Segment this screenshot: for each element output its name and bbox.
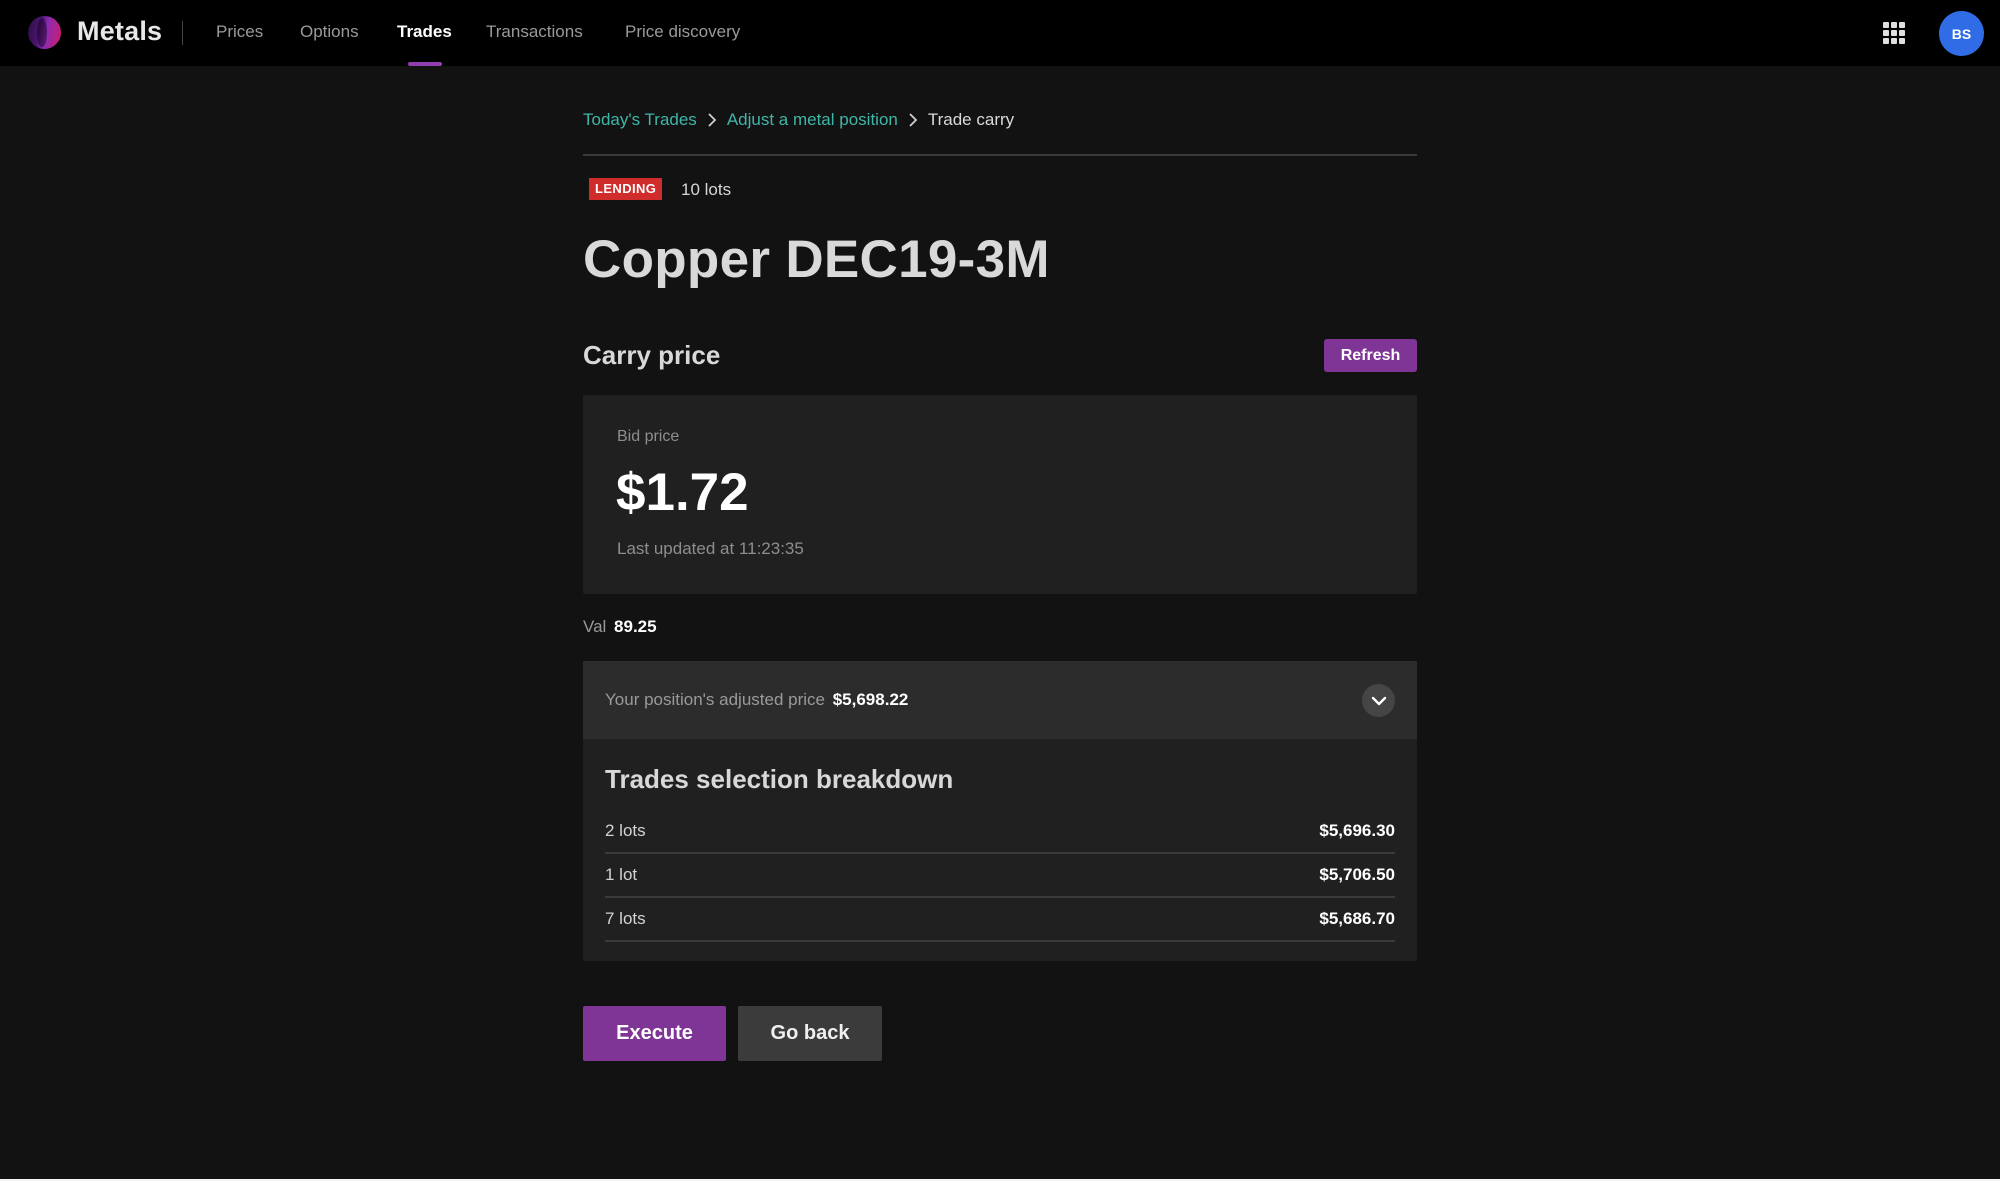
adjusted-price-accordion[interactable]: Your position's adjusted price $5,698.22 bbox=[583, 661, 1417, 739]
bid-price-label: Bid price bbox=[617, 428, 680, 445]
nav-item-transactions[interactable]: Transactions bbox=[486, 22, 583, 42]
status-badge: LENDING bbox=[589, 178, 663, 200]
go-back-button[interactable]: Go back bbox=[738, 1006, 882, 1061]
bid-price-value: $1.72 bbox=[616, 463, 749, 522]
active-tab-indicator bbox=[408, 62, 442, 66]
apps-grid-icon[interactable] bbox=[1883, 22, 1905, 44]
breakdown-row: 7 lots $5,686.70 bbox=[605, 898, 1395, 942]
breakdown-row: 2 lots $5,696.30 bbox=[605, 810, 1395, 854]
trades-breakdown-panel: Trades selection breakdown 2 lots $5,696… bbox=[583, 739, 1417, 961]
nav-item-price-discovery[interactable]: Price discovery bbox=[625, 22, 740, 42]
chevron-down-icon[interactable] bbox=[1362, 684, 1395, 717]
app-title[interactable]: Metals bbox=[77, 16, 162, 47]
breadcrumb-current: Trade carry bbox=[927, 110, 1015, 129]
execute-button[interactable]: Execute bbox=[583, 1006, 726, 1061]
breakdown-title: Trades selection breakdown bbox=[605, 764, 954, 794]
adjusted-price-label: Your position's adjusted price bbox=[605, 690, 825, 709]
top-nav-bar: Metals Prices Options Trades Transaction… bbox=[0, 0, 2000, 66]
breadcrumb: Today's Trades Adjust a metal position T… bbox=[583, 110, 1014, 130]
nav-divider bbox=[182, 21, 183, 45]
lots-count: 10 lots bbox=[681, 180, 732, 199]
breadcrumb-divider bbox=[583, 154, 1417, 156]
val-value: 89.25 bbox=[614, 617, 657, 636]
user-avatar[interactable]: BS bbox=[1939, 11, 1984, 56]
bid-price-card: Bid price $1.72 Last updated at 11:23:35 bbox=[583, 395, 1417, 594]
row-lots: 1 lot bbox=[605, 865, 638, 884]
row-lots: 7 lots bbox=[605, 909, 646, 928]
nav-item-trades[interactable]: Trades bbox=[397, 22, 452, 42]
adjusted-price-text: Your position's adjusted price $5,698.22 bbox=[605, 690, 908, 710]
val-row: Val 89.25 bbox=[583, 617, 657, 637]
breadcrumb-todays-trades[interactable]: Today's Trades bbox=[583, 110, 697, 130]
last-updated-timestamp: Last updated at 11:23:35 bbox=[617, 539, 804, 558]
metals-logo-icon[interactable] bbox=[28, 16, 61, 49]
adjusted-price-value: $5,698.22 bbox=[832, 690, 909, 709]
row-lots: 2 lots bbox=[605, 821, 646, 840]
nav-item-prices[interactable]: Prices bbox=[216, 22, 263, 42]
page-title: Copper DEC19-3M bbox=[583, 230, 1050, 289]
nav-item-options[interactable]: Options bbox=[300, 22, 359, 42]
refresh-button[interactable]: Refresh bbox=[1324, 339, 1417, 372]
breakdown-row: 1 lot $5,706.50 bbox=[605, 854, 1395, 898]
chevron-right-icon bbox=[902, 113, 924, 127]
row-price: $5,686.70 bbox=[1319, 909, 1395, 928]
val-label: Val bbox=[583, 617, 607, 636]
breadcrumb-adjust-position[interactable]: Adjust a metal position bbox=[727, 110, 898, 130]
row-price: $5,696.30 bbox=[1319, 821, 1395, 840]
row-price: $5,706.50 bbox=[1319, 865, 1395, 884]
carry-price-heading: Carry price bbox=[583, 340, 721, 370]
chevron-right-icon bbox=[701, 113, 723, 127]
